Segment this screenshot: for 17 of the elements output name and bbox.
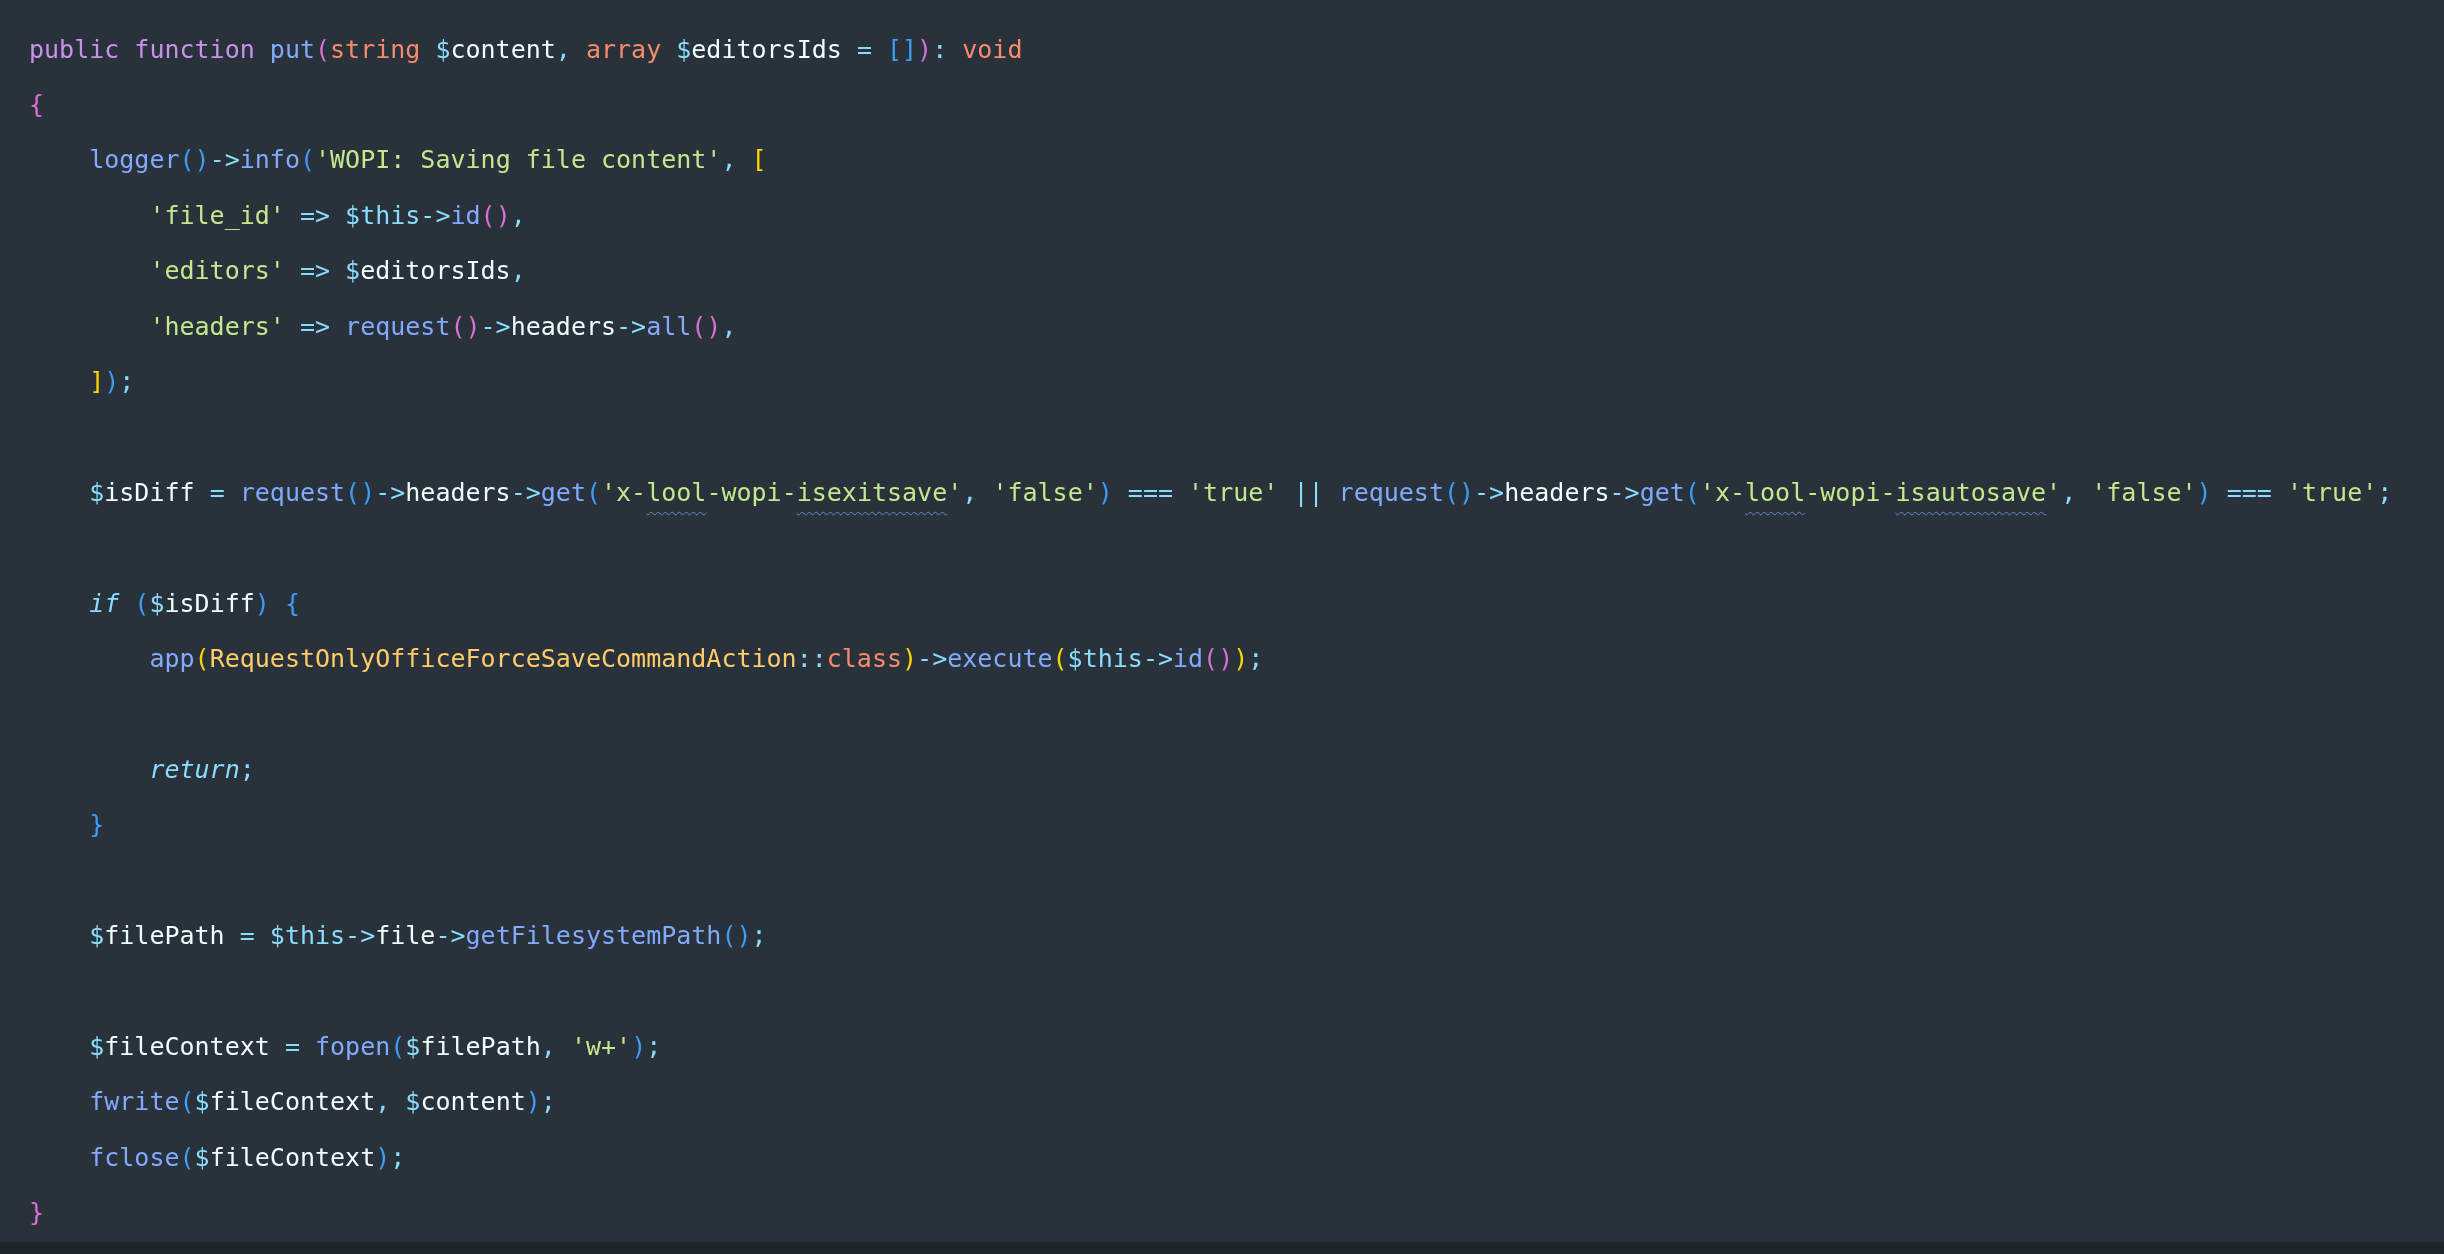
- code-line: }: [29, 1197, 45, 1228]
- code-line: fwrite($fileContext, $content);: [88, 1087, 556, 1118]
- code-line: 'headers' => request()->headers->all(),: [148, 311, 737, 342]
- code-line: $fileContext = fopen($filePath, 'w+');: [88, 1031, 662, 1062]
- code-line: return;: [148, 754, 255, 785]
- code-line: $isDiff = request()->headers->get('x-lool-wopi-isexitsave', 'false') === 'true' || request()->headers->get('x-lool-wopi-isautosave', 'false') === 'true';: [88, 477, 2393, 508]
- code-line: {: [29, 90, 45, 121]
- code-line: $filePath = $this->file->getFilesystemPath();: [88, 920, 767, 951]
- code-line: fclose($fileContext);: [88, 1142, 406, 1173]
- code-line: 'editors' => $editorsIds,: [148, 256, 526, 287]
- code-line: public function put(string $content, array $editorsIds = []): void: [29, 34, 1023, 65]
- code-line: ]);: [88, 367, 135, 398]
- code-line: if ($isDiff) {: [88, 588, 300, 619]
- code-line: app(RequestOnlyOfficeForceSaveCommandAction::class)->execute($this->id());: [148, 644, 1264, 674]
- code-line: logger()->info('WOPI: Saving file content', [: [88, 145, 767, 176]
- code-line: }: [88, 810, 105, 841]
- code-line: 'file_id' => $this->id(),: [148, 200, 526, 231]
